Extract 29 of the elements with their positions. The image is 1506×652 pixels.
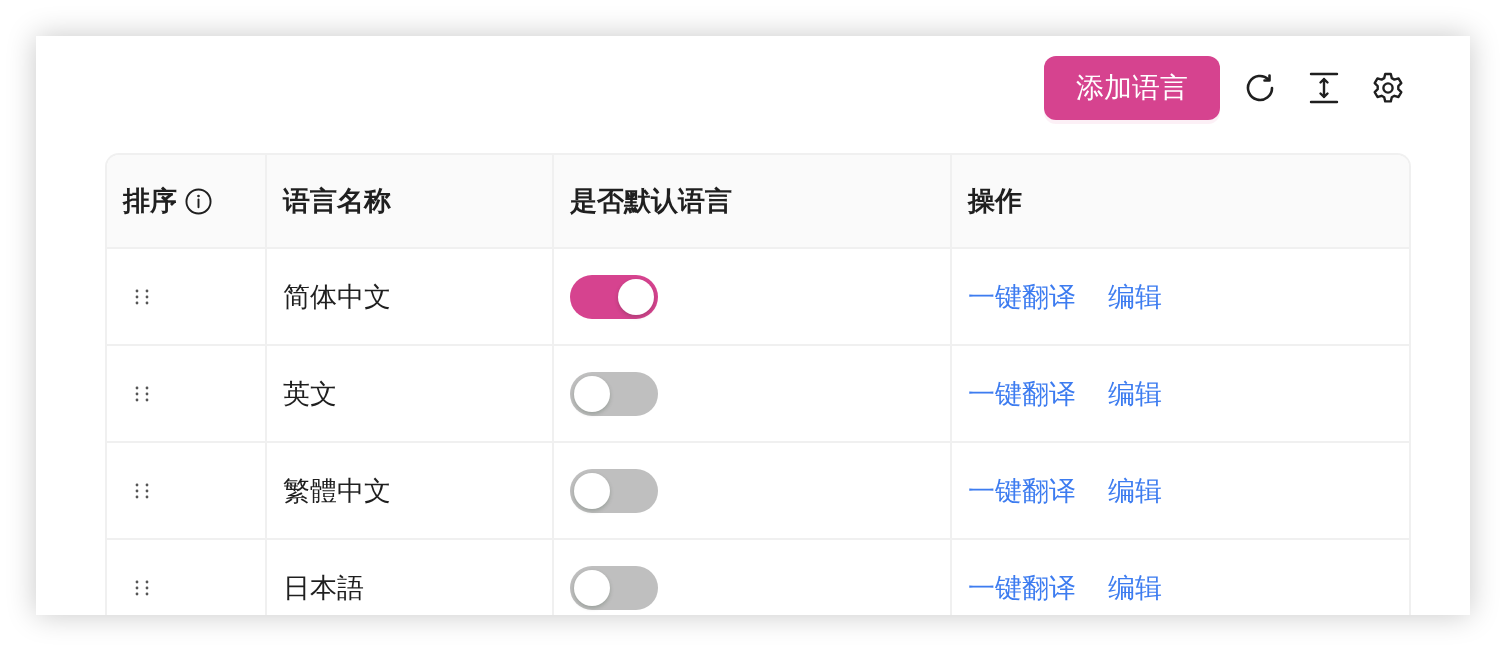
drag-handle-icon[interactable] xyxy=(135,579,149,596)
info-icon[interactable] xyxy=(185,187,212,215)
drag-handle-icon[interactable] xyxy=(135,482,149,499)
action-link[interactable]: 一键翻译 xyxy=(968,278,1076,315)
column-header: 是否默认语言 xyxy=(570,185,732,218)
drag-handle-icon[interactable] xyxy=(135,385,149,402)
column-header: 操作 xyxy=(968,185,1022,218)
action-link[interactable]: 编辑 xyxy=(1108,278,1162,315)
settings-icon[interactable] xyxy=(1372,72,1404,104)
drag-handle-icon[interactable] xyxy=(135,288,149,305)
action-link[interactable]: 编辑 xyxy=(1108,472,1162,509)
default-toggle[interactable] xyxy=(570,371,658,416)
default-toggle[interactable] xyxy=(570,468,658,513)
action-link[interactable]: 一键翻译 xyxy=(968,375,1076,412)
language-name: 简体中文 xyxy=(283,280,391,314)
default-toggle[interactable] xyxy=(570,274,658,319)
language-name: 繁體中文 xyxy=(283,474,391,508)
add-language-button[interactable]: 添加语言 xyxy=(1044,56,1220,120)
column-height-icon[interactable] xyxy=(1308,72,1340,104)
language-name: 日本語 xyxy=(283,571,364,605)
column-header: 语言名称 xyxy=(283,185,391,218)
action-link[interactable]: 编辑 xyxy=(1108,569,1162,606)
language-name: 英文 xyxy=(283,377,337,411)
column-header: 排序 xyxy=(123,185,177,218)
default-toggle[interactable] xyxy=(570,565,658,610)
refresh-icon[interactable] xyxy=(1244,72,1276,104)
action-link[interactable]: 一键翻译 xyxy=(968,472,1076,509)
action-link[interactable]: 一键翻译 xyxy=(968,569,1076,606)
action-link[interactable]: 编辑 xyxy=(1108,375,1162,412)
